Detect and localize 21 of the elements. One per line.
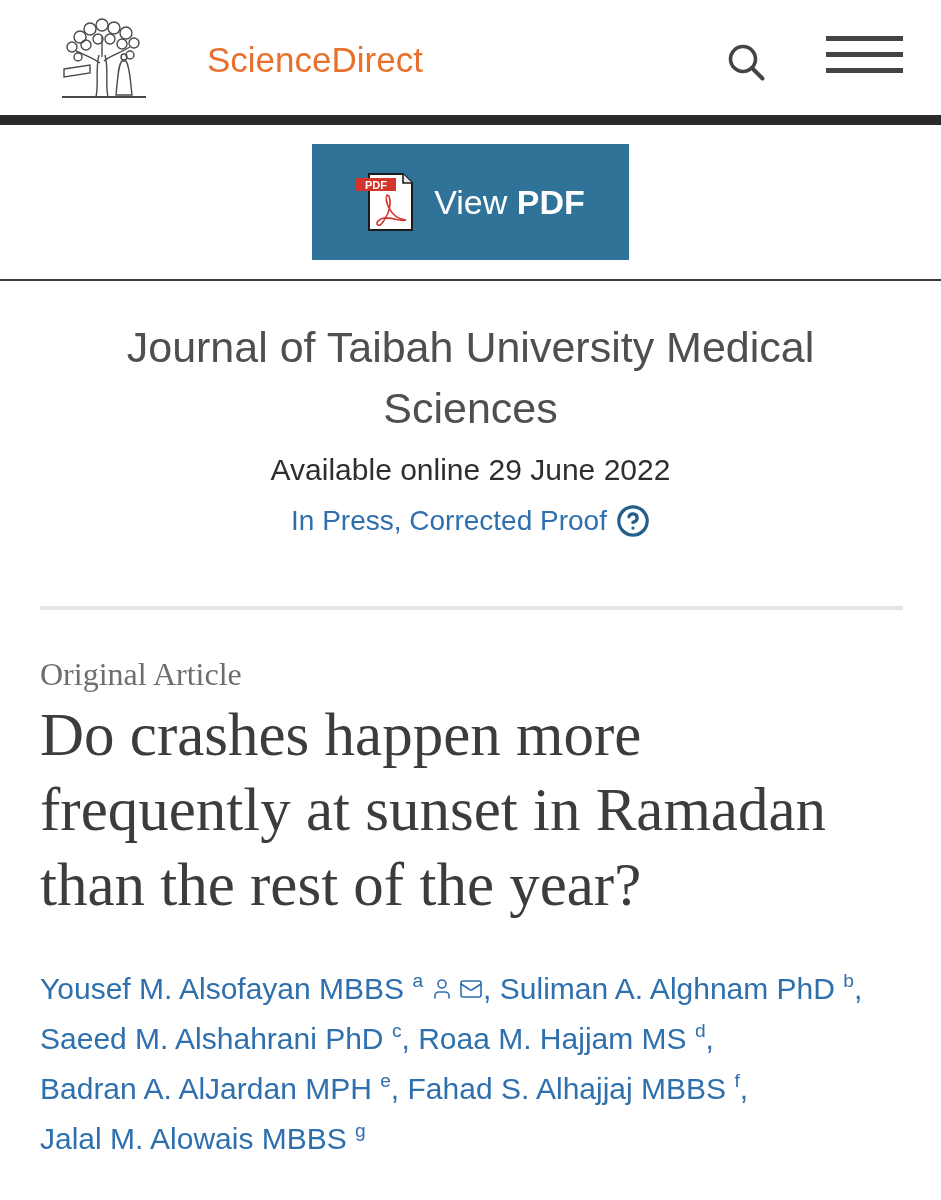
article-type: Original Article [40,655,242,694]
author-link[interactable]: Jalal M. Alowais MBBS $^{g}$ [40,1122,366,1155]
pdf-file-icon [356,173,414,231]
tree-logo-icon[interactable] [60,16,148,99]
author-link[interactable]: Yousef M. Alsofayan MBBS $^{a}$ , [40,972,492,1005]
brand-link[interactable]: ScienceDirect [207,38,423,81]
menu-icon[interactable] [826,36,903,73]
author-link[interactable]: Fahad S. Alhajjaj MBBS $^{f}$, [407,1072,749,1105]
help-icon[interactable] [615,504,650,538]
availability-date: Available online 29 June 2022 [270,452,671,488]
view-pdf-button[interactable]: PDF View PDF [312,144,629,260]
article-title: Do crashes happen more frequently at sunset in Ramadan than the rest of the year? [40,700,827,920]
journal-title-link[interactable]: Journal of Taibah University Medical Sciences [115,317,826,439]
author-link[interactable]: Badran A. AlJardan MPH $^{e}$, [40,1072,400,1105]
author-link[interactable]: Roaa M. Hajjam MS $^{d}$, [418,1022,714,1055]
search-icon[interactable] [727,42,765,81]
pdf-label: PDF [365,178,388,191]
author-link[interactable]: Saeed M. Alshahrani PhD $^{c}$, [40,1022,410,1055]
author-link[interactable]: Suliman A. Alghnam PhD $^{b}$, [499,972,863,1005]
publication-status: In Press, Corrected Proof [291,504,607,538]
envelope-icon[interactable] [459,977,484,1001]
